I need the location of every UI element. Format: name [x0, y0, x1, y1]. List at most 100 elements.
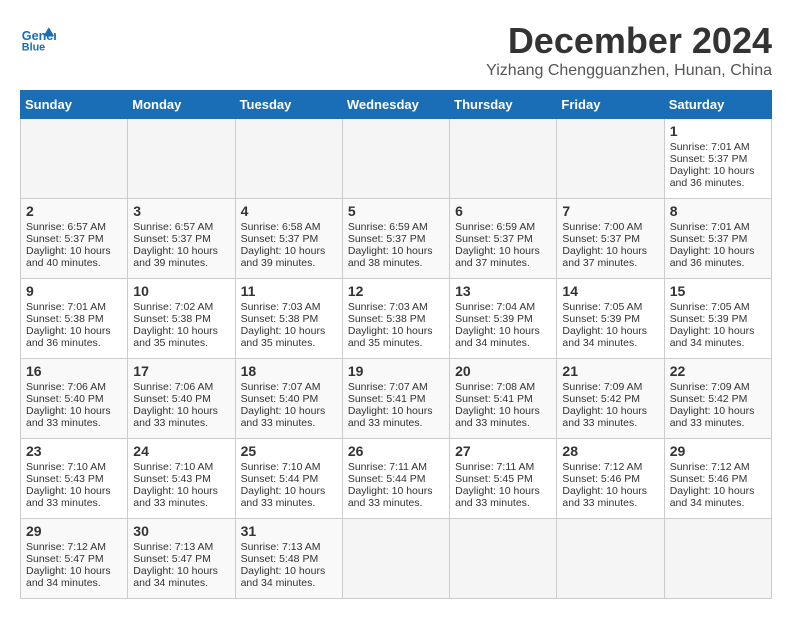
- calendar-cell: 22Sunrise: 7:09 AMSunset: 5:42 PMDayligh…: [664, 359, 771, 439]
- sunrise-text: Sunrise: 7:10 AM: [241, 461, 337, 473]
- sunrise-text: Sunrise: 7:07 AM: [348, 381, 444, 393]
- calendar-cell: [450, 519, 557, 599]
- day-number: 3: [133, 203, 229, 219]
- daylight-text: Daylight: 10 hours and 34 minutes.: [670, 325, 766, 349]
- daylight-text: Daylight: 10 hours and 33 minutes.: [348, 405, 444, 429]
- sunset-text: Sunset: 5:39 PM: [670, 313, 766, 325]
- calendar-body: 1Sunrise: 7:01 AMSunset: 5:37 PMDaylight…: [21, 119, 772, 599]
- calendar-cell: 30Sunrise: 7:13 AMSunset: 5:47 PMDayligh…: [128, 519, 235, 599]
- daylight-text: Daylight: 10 hours and 33 minutes.: [133, 405, 229, 429]
- sunrise-text: Sunrise: 7:02 AM: [133, 301, 229, 313]
- sunset-text: Sunset: 5:41 PM: [348, 393, 444, 405]
- sunrise-text: Sunrise: 6:58 AM: [241, 221, 337, 233]
- daylight-text: Daylight: 10 hours and 33 minutes.: [670, 405, 766, 429]
- day-number: 20: [455, 363, 551, 379]
- daylight-text: Daylight: 10 hours and 34 minutes.: [133, 565, 229, 589]
- sunrise-text: Sunrise: 7:05 AM: [670, 301, 766, 313]
- daylight-text: Daylight: 10 hours and 33 minutes.: [26, 485, 122, 509]
- sunset-text: Sunset: 5:47 PM: [133, 553, 229, 565]
- sunset-text: Sunset: 5:42 PM: [562, 393, 658, 405]
- logo: General Blue General Blue: [20, 20, 56, 56]
- logo-icon: General Blue: [20, 20, 56, 56]
- sunset-text: Sunset: 5:37 PM: [133, 233, 229, 245]
- calendar-cell: 24Sunrise: 7:10 AMSunset: 5:43 PMDayligh…: [128, 439, 235, 519]
- daylight-text: Daylight: 10 hours and 39 minutes.: [133, 245, 229, 269]
- sunrise-text: Sunrise: 7:04 AM: [455, 301, 551, 313]
- day-number: 23: [26, 443, 122, 459]
- calendar-cell: 12Sunrise: 7:03 AMSunset: 5:38 PMDayligh…: [342, 279, 449, 359]
- sunset-text: Sunset: 5:44 PM: [241, 473, 337, 485]
- sunset-text: Sunset: 5:42 PM: [670, 393, 766, 405]
- sunrise-text: Sunrise: 7:13 AM: [133, 541, 229, 553]
- sunset-text: Sunset: 5:48 PM: [241, 553, 337, 565]
- calendar-week-row: 16Sunrise: 7:06 AMSunset: 5:40 PMDayligh…: [21, 359, 772, 439]
- calendar-cell: 8Sunrise: 7:01 AMSunset: 5:37 PMDaylight…: [664, 199, 771, 279]
- day-number: 14: [562, 283, 658, 299]
- calendar-cell: 1Sunrise: 7:01 AMSunset: 5:37 PMDaylight…: [664, 119, 771, 199]
- day-number: 18: [241, 363, 337, 379]
- sunrise-text: Sunrise: 7:12 AM: [670, 461, 766, 473]
- sunrise-text: Sunrise: 6:59 AM: [455, 221, 551, 233]
- day-number: 1: [670, 123, 766, 139]
- sunset-text: Sunset: 5:39 PM: [562, 313, 658, 325]
- sunrise-text: Sunrise: 7:01 AM: [670, 141, 766, 153]
- sunset-text: Sunset: 5:39 PM: [455, 313, 551, 325]
- month-title: December 2024: [486, 20, 772, 62]
- sunset-text: Sunset: 5:38 PM: [26, 313, 122, 325]
- calendar-cell: 4Sunrise: 6:58 AMSunset: 5:37 PMDaylight…: [235, 199, 342, 279]
- calendar-cell: [557, 119, 664, 199]
- calendar-cell: 27Sunrise: 7:11 AMSunset: 5:45 PMDayligh…: [450, 439, 557, 519]
- calendar-cell: [342, 519, 449, 599]
- calendar-cell: 31Sunrise: 7:13 AMSunset: 5:48 PMDayligh…: [235, 519, 342, 599]
- day-number: 10: [133, 283, 229, 299]
- calendar-cell: 20Sunrise: 7:08 AMSunset: 5:41 PMDayligh…: [450, 359, 557, 439]
- sunset-text: Sunset: 5:38 PM: [348, 313, 444, 325]
- sunset-text: Sunset: 5:40 PM: [26, 393, 122, 405]
- calendar-cell: 26Sunrise: 7:11 AMSunset: 5:44 PMDayligh…: [342, 439, 449, 519]
- sunset-text: Sunset: 5:43 PM: [26, 473, 122, 485]
- calendar-cell: 23Sunrise: 7:10 AMSunset: 5:43 PMDayligh…: [21, 439, 128, 519]
- svg-text:Blue: Blue: [22, 42, 45, 54]
- daylight-text: Daylight: 10 hours and 33 minutes.: [26, 405, 122, 429]
- day-number: 31: [241, 523, 337, 539]
- calendar-cell: [450, 119, 557, 199]
- sunset-text: Sunset: 5:37 PM: [241, 233, 337, 245]
- daylight-text: Daylight: 10 hours and 33 minutes.: [133, 485, 229, 509]
- day-header-wednesday: Wednesday: [342, 91, 449, 119]
- day-number: 21: [562, 363, 658, 379]
- daylight-text: Daylight: 10 hours and 34 minutes.: [455, 325, 551, 349]
- calendar-cell: 29Sunrise: 7:12 AMSunset: 5:47 PMDayligh…: [21, 519, 128, 599]
- daylight-text: Daylight: 10 hours and 39 minutes.: [241, 245, 337, 269]
- sunrise-text: Sunrise: 7:00 AM: [562, 221, 658, 233]
- sunset-text: Sunset: 5:37 PM: [348, 233, 444, 245]
- daylight-text: Daylight: 10 hours and 37 minutes.: [455, 245, 551, 269]
- calendar-cell: 14Sunrise: 7:05 AMSunset: 5:39 PMDayligh…: [557, 279, 664, 359]
- day-number: 17: [133, 363, 229, 379]
- day-header-sunday: Sunday: [21, 91, 128, 119]
- daylight-text: Daylight: 10 hours and 34 minutes.: [26, 565, 122, 589]
- calendar-cell: 6Sunrise: 6:59 AMSunset: 5:37 PMDaylight…: [450, 199, 557, 279]
- title-section: December 2024 Yizhang Chengguanzhen, Hun…: [486, 20, 772, 80]
- day-number: 27: [455, 443, 551, 459]
- sunset-text: Sunset: 5:41 PM: [455, 393, 551, 405]
- sunrise-text: Sunrise: 6:59 AM: [348, 221, 444, 233]
- calendar-table: SundayMondayTuesdayWednesdayThursdayFrid…: [20, 90, 772, 599]
- day-number: 16: [26, 363, 122, 379]
- daylight-text: Daylight: 10 hours and 35 minutes.: [133, 325, 229, 349]
- sunrise-text: Sunrise: 7:08 AM: [455, 381, 551, 393]
- calendar-cell: 3 Sunrise: 6:57 AMSunset: 5:37 PMDaylight…: [128, 199, 235, 279]
- sunrise-text: Sunrise: 7:06 AM: [133, 381, 229, 393]
- day-number: 29: [26, 523, 122, 539]
- calendar-cell: [128, 119, 235, 199]
- sunrise-text: Sunrise: 6:57 AM: [133, 221, 229, 233]
- calendar-cell: 11Sunrise: 7:03 AMSunset: 5:38 PMDayligh…: [235, 279, 342, 359]
- daylight-text: Daylight: 10 hours and 33 minutes.: [241, 485, 337, 509]
- calendar-cell: [342, 119, 449, 199]
- calendar-cell: 18Sunrise: 7:07 AMSunset: 5:40 PMDayligh…: [235, 359, 342, 439]
- page-header: General Blue General Blue December 2024 …: [20, 20, 772, 80]
- day-number: 26: [348, 443, 444, 459]
- sunrise-text: Sunrise: 7:13 AM: [241, 541, 337, 553]
- calendar-cell: 28Sunrise: 7:12 AMSunset: 5:46 PMDayligh…: [557, 439, 664, 519]
- calendar-cell: 25Sunrise: 7:10 AMSunset: 5:44 PMDayligh…: [235, 439, 342, 519]
- day-number: 19: [348, 363, 444, 379]
